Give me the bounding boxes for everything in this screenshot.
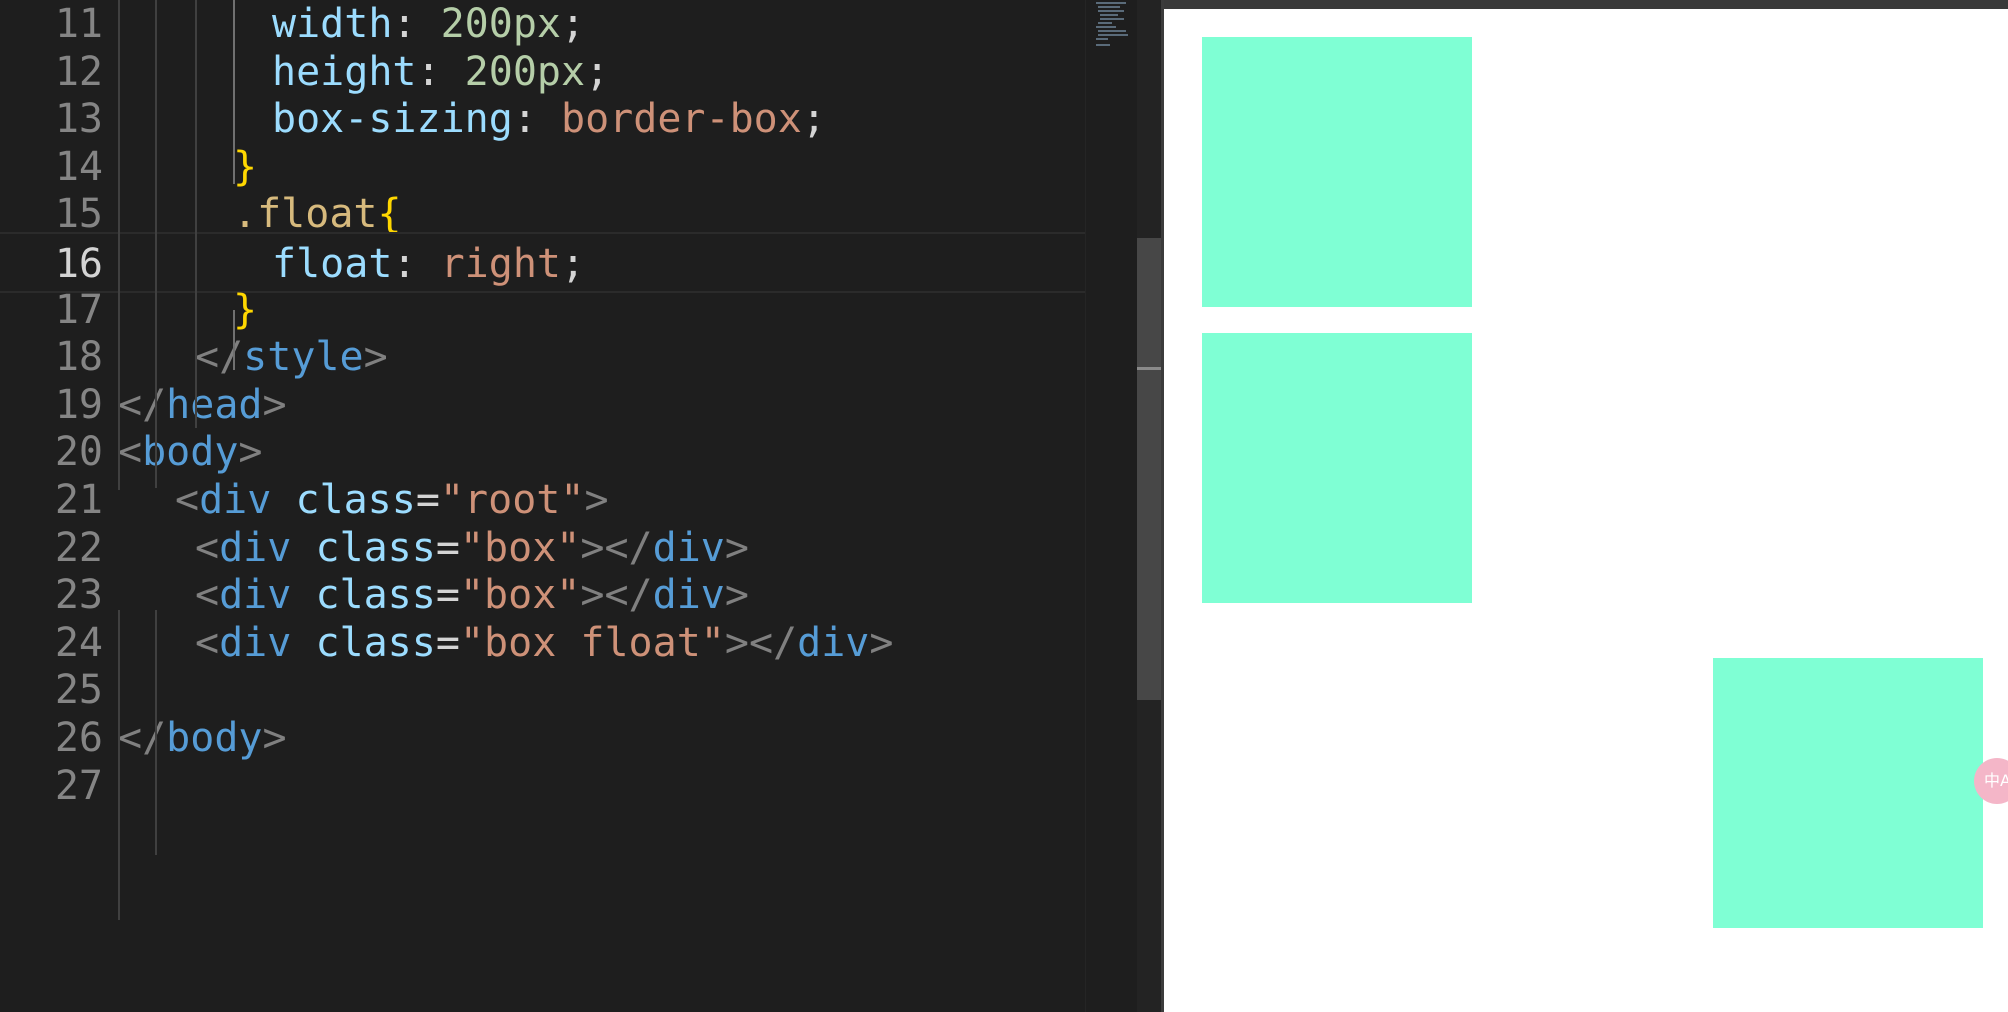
code-token: div (219, 572, 292, 619)
code-token: } (233, 143, 258, 190)
code-token: < (195, 572, 220, 619)
code-token: ; (561, 1, 586, 47)
code-token: class (315, 524, 436, 571)
code-token: "box" (459, 524, 581, 571)
indent-guide (195, 0, 197, 428)
code-token: = (435, 524, 460, 571)
code-token: .float (233, 191, 378, 238)
minimap-line (1098, 30, 1126, 32)
code-token: div (219, 524, 292, 571)
code-token: : (512, 96, 561, 143)
code-token: div (797, 619, 870, 666)
line-number: 27 (54, 762, 103, 809)
code-token: "box" (459, 572, 581, 619)
code-token: > (262, 381, 287, 428)
code-token: div (199, 477, 272, 523)
code-token: div (652, 524, 725, 571)
code-token: height (272, 48, 417, 95)
browser-preview: 中A (1164, 0, 2008, 1012)
code-token: border-box (561, 96, 802, 143)
code-token: class (315, 619, 436, 666)
code-token: head (166, 381, 263, 428)
minimap-line (1096, 38, 1108, 40)
code-token: : (416, 48, 465, 95)
code-editor[interactable]: 11 width: 200px; 12 height: 200px; 13 box-siz… (0, 0, 1085, 1012)
minimap-line (1098, 22, 1112, 24)
code-token: ></ (724, 619, 798, 666)
indent-guide (155, 0, 157, 488)
minimap-line (1100, 14, 1118, 16)
code-token: "root" (439, 477, 585, 523)
indent-guide-active (233, 310, 235, 370)
minimap-line (1096, 26, 1116, 28)
code-token: div (219, 619, 292, 666)
code-token: </ (118, 715, 167, 761)
minimap-line (1096, 2, 1126, 4)
minimap-line (1098, 34, 1128, 36)
vertical-scrollbar[interactable] (1137, 0, 1161, 1012)
code-token: > (724, 572, 749, 619)
code-token: "box float" (459, 619, 725, 666)
code-token: </ (195, 334, 244, 381)
cursor-position-marker (1137, 367, 1161, 370)
code-token: = (415, 477, 440, 523)
code-token: ></ (580, 572, 653, 619)
code-token: class (295, 477, 416, 523)
indent-guide-active (233, 0, 235, 184)
minimap[interactable] (1085, 0, 1138, 1012)
scrollbar-thumb[interactable] (1137, 238, 1161, 700)
minimap-line (1098, 10, 1124, 12)
code-token: < (175, 477, 200, 523)
minimap-line (1098, 6, 1120, 8)
code-token: body (166, 715, 263, 761)
code-token: { (377, 191, 402, 238)
indent-guide (118, 610, 120, 920)
preview-box-1 (1202, 37, 1472, 307)
code-token: > (363, 334, 388, 381)
minimap-line (1096, 44, 1110, 46)
code-token: } (233, 286, 258, 333)
code-token: : (392, 1, 441, 47)
indent-guide (155, 610, 157, 855)
code-token: = (435, 619, 460, 666)
indent-guide (118, 0, 120, 490)
code-token: > (262, 715, 287, 761)
minimap-line (1100, 18, 1124, 20)
code-token: div (652, 572, 725, 619)
code-token: width (272, 1, 393, 47)
code-token: ></ (580, 524, 653, 571)
preview-box-float (1713, 658, 1983, 928)
code-token: style (243, 334, 364, 381)
code-token: > (724, 524, 749, 571)
code-token: < (118, 429, 143, 476)
code-token: > (584, 477, 609, 523)
code-token: 200px (440, 1, 562, 47)
code-token: 200px (464, 48, 586, 95)
code-token: class (315, 572, 436, 619)
code-token: > (238, 429, 263, 476)
code-token: = (435, 572, 460, 619)
preview-box-2 (1202, 333, 1472, 603)
code-token: < (195, 524, 220, 571)
code-token: < (195, 619, 220, 666)
code-token: box-sizing (272, 96, 513, 143)
code-token: > (869, 619, 894, 666)
preview-top-bar (1164, 0, 2008, 9)
code-token: </ (118, 381, 167, 428)
code-token: ; (585, 48, 610, 95)
code-line[interactable]: 27 (0, 756, 1085, 817)
code-token: ; (801, 96, 826, 143)
